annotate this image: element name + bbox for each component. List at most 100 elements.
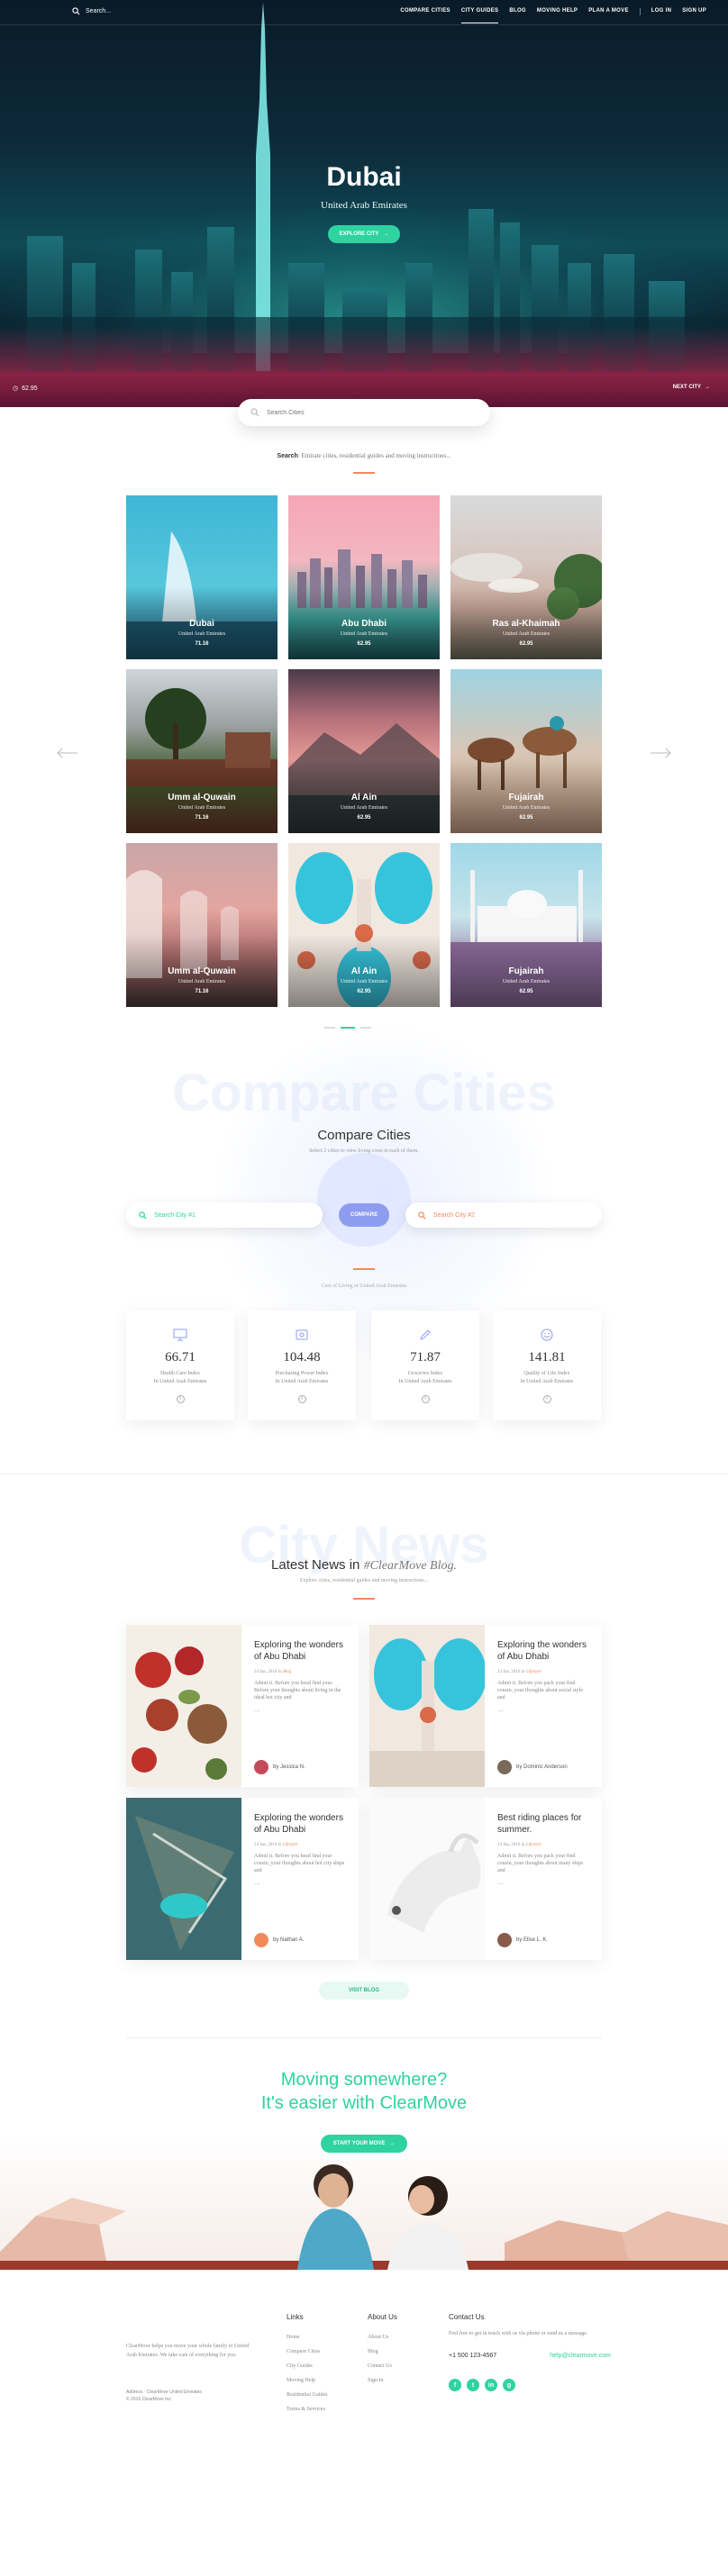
info-icon[interactable]: i bbox=[297, 1395, 306, 1403]
pomegranate-image bbox=[126, 1625, 241, 1787]
author-name[interactable]: by Nathan A. bbox=[273, 1937, 304, 1943]
nav-moving-help[interactable]: MOVING HELP bbox=[532, 8, 583, 15]
news-card-title[interactable]: Exploring the wonders of Abu Dhabi bbox=[254, 1812, 348, 1836]
start-move-button[interactable]: START YOUR MOVE → bbox=[321, 2135, 407, 2153]
news-card-title[interactable]: Exploring the wonders of Abu Dhabi bbox=[254, 1639, 348, 1663]
nav-blog[interactable]: BLOG bbox=[504, 8, 532, 15]
news-card[interactable]: Exploring the wonders of Abu Dhabi 24 Ja… bbox=[126, 1798, 359, 1960]
compare-city1-field[interactable]: Search City #1 bbox=[126, 1202, 323, 1228]
stat-label: Purchasing Power Index In United Arab Emi… bbox=[248, 1370, 356, 1386]
news-card-tag[interactable]: Lifestyle bbox=[283, 1843, 298, 1847]
news-card-more[interactable]: ... bbox=[497, 1878, 591, 1886]
compare-subtitle: Select 2 cities to view living costs in … bbox=[309, 1148, 419, 1154]
author-name[interactable]: by Jessica N. bbox=[273, 1764, 305, 1770]
section-accent-line bbox=[353, 1268, 375, 1270]
author-name[interactable]: by Elise L. K. bbox=[516, 1937, 548, 1943]
search-icon bbox=[250, 408, 259, 417]
footer-link-moving-help[interactable]: Moving Help bbox=[287, 2373, 328, 2388]
stat-label-line1: Quality of Life Index bbox=[523, 1371, 570, 1376]
header-search[interactable]: Search... bbox=[72, 7, 111, 15]
smile-icon bbox=[493, 1329, 601, 1343]
news-card-title[interactable]: Exploring the wonders of Abu Dhabi bbox=[497, 1639, 591, 1663]
news-card-title[interactable]: Best riding places for summer. bbox=[497, 1812, 591, 1836]
google-icon[interactable]: g bbox=[503, 2379, 515, 2391]
search-icon bbox=[72, 7, 80, 15]
twitter-icon[interactable]: t bbox=[467, 2379, 479, 2391]
linkedin-icon[interactable]: in bbox=[485, 2379, 497, 2391]
news-card[interactable]: Exploring the wonders of Abu Dhabi 24 Ja… bbox=[369, 1625, 602, 1787]
city-card[interactable]: Al Ain United Arab Emirates 62.95 bbox=[288, 669, 440, 833]
city-score: 71.16 bbox=[195, 989, 209, 994]
stat-label-line2: In United Arab Emirates bbox=[275, 1379, 329, 1384]
next-city-link[interactable]: NEXT CITY → bbox=[673, 385, 710, 390]
pen-icon bbox=[371, 1329, 479, 1343]
news-card-tag[interactable]: Lifestyle bbox=[526, 1670, 541, 1674]
stat-card-quality-of-life: 141.81 Quality of Life Index In United Ar… bbox=[493, 1311, 601, 1420]
news-card-excerpt: Admit it. Before you head find your cous… bbox=[254, 1854, 345, 1873]
news-card-tag[interactable]: Blog bbox=[283, 1670, 291, 1674]
nav-city-guides[interactable]: CITY GUIDES bbox=[456, 8, 505, 23]
nav-plan-a-move[interactable]: PLAN A MOVE bbox=[583, 8, 634, 15]
city-card[interactable]: Fujairah United Arab Emirates 62.95 bbox=[450, 669, 602, 833]
section-accent-line bbox=[353, 472, 375, 474]
info-icon[interactable]: i bbox=[542, 1395, 551, 1403]
footer-link-sign-in[interactable]: Sign In bbox=[368, 2373, 397, 2388]
stat-value: 66.71 bbox=[165, 1350, 196, 1365]
nav-sign-up[interactable]: SIGN UP bbox=[677, 8, 712, 15]
pager-dot[interactable] bbox=[324, 1027, 335, 1029]
news-subtitle: Explore cities, residential guides and m… bbox=[299, 1578, 429, 1583]
city-card[interactable]: Umm al-Quwain United Arab Emirates 71.16 bbox=[126, 669, 278, 833]
footer-link-terms[interactable]: Terms & Services bbox=[287, 2402, 328, 2417]
city-card[interactable]: Umm al-Quwain United Arab Emirates 71.16 bbox=[126, 843, 278, 1007]
visit-blog-button[interactable]: VISIT BLOG bbox=[319, 1982, 409, 2000]
footer-link-residential-guides[interactable]: Residential Guides bbox=[287, 2388, 328, 2402]
footer-link-about-us[interactable]: About Us bbox=[368, 2330, 397, 2345]
city-card[interactable]: Ras al-Khaimah United Arab Emirates 62.95 bbox=[450, 495, 602, 659]
compare-button[interactable]: COMPARE bbox=[339, 1203, 389, 1227]
city-card[interactable]: Abu Dhabi United Arab Emirates 62.95 bbox=[288, 495, 440, 659]
news-card-more[interactable]: ... bbox=[254, 1878, 348, 1886]
author-name[interactable]: by Dominic Anderson bbox=[516, 1764, 568, 1770]
info-icon[interactable]: i bbox=[176, 1395, 185, 1403]
nav-log-in[interactable]: LOG IN bbox=[646, 8, 677, 15]
avatar bbox=[497, 1760, 512, 1774]
footer-link-blog[interactable]: Blog bbox=[368, 2345, 397, 2359]
nav-compare-cities[interactable]: COMPARE CITIES bbox=[395, 8, 455, 15]
news-card-more[interactable]: ... bbox=[254, 1705, 348, 1713]
city-score: 71.16 bbox=[195, 815, 209, 821]
footer-about-title: About Us bbox=[368, 2313, 397, 2321]
arrow-left-icon[interactable] bbox=[56, 748, 79, 758]
white-horse-image bbox=[369, 1798, 485, 1960]
news-card-meta: 24 Jan, 2016 in Blog bbox=[254, 1670, 348, 1674]
city-card[interactable]: Fujairah United Arab Emirates 62.95 bbox=[450, 843, 602, 1007]
news-card[interactable]: Exploring the wonders of Abu Dhabi 24 Ja… bbox=[126, 1625, 359, 1787]
city-name: Dubai bbox=[189, 619, 214, 629]
footer-about-text: ClearMove helps you move your whole fami… bbox=[126, 2344, 250, 2358]
footer-link-home[interactable]: Home bbox=[287, 2330, 328, 2345]
arrow-right-icon: → bbox=[705, 385, 710, 390]
news-card-tag[interactable]: Lifestyle bbox=[526, 1843, 541, 1847]
footer-copyright: © 2016 ClearMove Inc. bbox=[126, 2397, 173, 2402]
footer-link-contact-us[interactable]: Contact Us bbox=[368, 2359, 397, 2373]
city-card[interactable]: Al Ain United Arab Emirates 62.95 bbox=[288, 843, 440, 1007]
info-icon[interactable]: i bbox=[421, 1395, 430, 1403]
city-search-input[interactable] bbox=[267, 409, 465, 416]
social-links: f t in g bbox=[449, 2379, 611, 2391]
news-card[interactable]: Best riding places for summer. 24 Jan, 2… bbox=[369, 1798, 602, 1960]
compare-city2-field[interactable]: Search City #2 bbox=[405, 1202, 602, 1228]
footer-email[interactable]: help@clearmove.com bbox=[550, 2353, 611, 2359]
section-divider bbox=[126, 2037, 602, 2038]
footer-link-compare-cities[interactable]: Compare Cities bbox=[287, 2345, 328, 2359]
pager-dot-active[interactable] bbox=[341, 1027, 355, 1029]
news-card-excerpt: Admit it. Before you pack your find cous… bbox=[497, 1854, 584, 1873]
city-card[interactable]: Dubai United Arab Emirates 71.16 bbox=[126, 495, 278, 659]
monitor-icon bbox=[126, 1329, 234, 1343]
facebook-icon[interactable]: f bbox=[449, 2379, 461, 2391]
footer-about-column: About Us About Us Blog Contact Us Sign I… bbox=[368, 2313, 397, 2388]
news-card-more[interactable]: ... bbox=[497, 1705, 591, 1713]
arrow-right-icon[interactable] bbox=[649, 748, 672, 758]
footer-link-city-guides[interactable]: City Guides bbox=[287, 2359, 328, 2373]
footer-phone[interactable]: +1 500 123-4567 bbox=[449, 2353, 496, 2359]
city-card-text: Dubai United Arab Emirates 71.16 bbox=[126, 619, 278, 647]
explore-city-button[interactable]: EXPLORE CITY → bbox=[328, 225, 400, 243]
